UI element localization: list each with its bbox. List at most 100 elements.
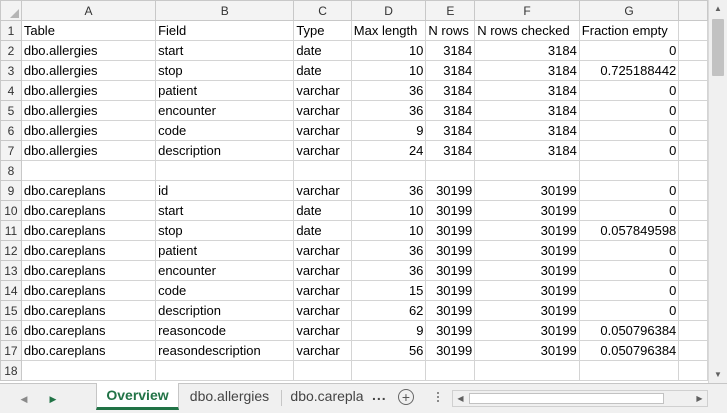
cell-e[interactable]: N rows [425, 20, 476, 41]
cell-h[interactable] [678, 260, 708, 281]
cell-a[interactable]: dbo.careplans [20, 200, 157, 221]
cell-b[interactable]: reasondescription [155, 340, 295, 361]
cell-a[interactable] [20, 360, 157, 381]
cell-f[interactable]: 3184 [474, 80, 580, 101]
cell-e[interactable]: 30199 [425, 340, 476, 361]
row-header[interactable]: 5 [0, 100, 22, 121]
cell-b[interactable]: code [155, 120, 295, 141]
cell-a[interactable]: dbo.allergies [20, 60, 157, 81]
cell-d[interactable]: 10 [350, 40, 427, 61]
cell-e[interactable]: 3184 [425, 40, 476, 61]
cell-a[interactable]: dbo.allergies [20, 80, 157, 101]
cell-e[interactable] [425, 160, 476, 181]
cell-a[interactable]: dbo.careplans [20, 300, 157, 321]
cell-e[interactable]: 3184 [425, 140, 476, 161]
cell-b[interactable]: start [155, 40, 295, 61]
cell-h[interactable] [678, 240, 708, 261]
cell-h[interactable] [678, 160, 708, 181]
cell-c[interactable]: varchar [293, 280, 352, 301]
cell-f[interactable]: 30199 [474, 200, 580, 221]
cell-g[interactable]: 0 [578, 140, 680, 161]
cell-d[interactable]: 36 [350, 240, 427, 261]
cell-e[interactable]: 30199 [425, 300, 476, 321]
cell-d[interactable]: 10 [350, 200, 427, 221]
cell-h[interactable] [678, 100, 708, 121]
cell-e[interactable]: 30199 [425, 280, 476, 301]
cell-b[interactable] [155, 360, 295, 381]
vertical-scroll-thumb[interactable] [712, 19, 724, 76]
cell-c[interactable]: varchar [293, 140, 352, 161]
cell-g[interactable]: 0 [578, 280, 680, 301]
tab-resize-handle[interactable] [436, 390, 440, 406]
cell-c[interactable]: varchar [293, 100, 352, 121]
cell-b[interactable]: description [155, 300, 295, 321]
cell-g[interactable]: 0 [578, 240, 680, 261]
cell-c[interactable]: varchar [293, 260, 352, 281]
cell-g[interactable]: 0 [578, 120, 680, 141]
triangle-left-icon[interactable]: ◀ [16, 391, 32, 407]
row-header[interactable]: 14 [0, 280, 22, 301]
cell-d[interactable]: 62 [350, 300, 427, 321]
cell-a[interactable]: dbo.careplans [20, 240, 157, 261]
cell-d[interactable]: 10 [350, 220, 427, 241]
cell-g[interactable]: 0 [578, 40, 680, 61]
row-header[interactable]: 15 [0, 300, 22, 321]
cell-a[interactable]: dbo.careplans [20, 340, 157, 361]
cell-f[interactable] [474, 360, 580, 381]
cell-a[interactable] [20, 160, 157, 181]
triangle-right-icon[interactable]: ▶ [45, 391, 61, 407]
horizontal-scrollbar[interactable]: ◀ ▶ [452, 390, 708, 407]
cell-d[interactable]: 24 [350, 140, 427, 161]
row-header[interactable]: 18 [0, 360, 22, 381]
spreadsheet-grid[interactable]: A B C D E F G 1 Table Field Type Max length N… [0, 0, 708, 383]
cell-d[interactable] [350, 360, 427, 381]
cell-c[interactable]: varchar [293, 240, 352, 261]
cell-f[interactable]: 3184 [474, 40, 580, 61]
cell-a[interactable]: dbo.allergies [20, 40, 157, 61]
cell-g[interactable]: 0.050796384 [578, 340, 680, 361]
tab-dbo-careplans[interactable]: dbo.carepla [283, 384, 371, 408]
cell-f[interactable]: 3184 [474, 120, 580, 141]
cell-d[interactable] [350, 160, 427, 181]
cell-d[interactable]: 15 [350, 280, 427, 301]
cell-f[interactable]: 30199 [474, 340, 580, 361]
arrow-up-icon[interactable]: ▲ [709, 0, 727, 17]
cell-h[interactable] [678, 320, 708, 341]
column-header-c[interactable]: C [293, 0, 352, 21]
plus-circle-icon[interactable]: + [398, 389, 414, 405]
cell-h[interactable] [678, 180, 708, 201]
cell-e[interactable]: 3184 [425, 100, 476, 121]
cell-b[interactable]: reasoncode [155, 320, 295, 341]
cell-a[interactable]: dbo.allergies [20, 120, 157, 141]
row-header[interactable]: 3 [0, 60, 22, 81]
horizontal-scroll-thumb[interactable] [469, 393, 664, 404]
cell-d[interactable]: 36 [350, 260, 427, 281]
cell-a[interactable]: dbo.allergies [20, 140, 157, 161]
row-header[interactable]: 10 [0, 200, 22, 221]
column-header-g[interactable]: G [578, 0, 680, 21]
vertical-scrollbar[interactable]: ▲ ▼ [708, 0, 727, 383]
cell-g[interactable]: 0.057849598 [578, 220, 680, 241]
column-header-a[interactable]: A [20, 0, 157, 21]
cell-b[interactable]: description [155, 140, 295, 161]
cell-h[interactable] [678, 300, 708, 321]
cell-b[interactable]: encounter [155, 100, 295, 121]
cell-f[interactable]: 3184 [474, 100, 580, 121]
cell-b[interactable]: code [155, 280, 295, 301]
cell-c[interactable]: date [293, 60, 352, 81]
arrow-left-icon[interactable]: ◀ [453, 391, 468, 406]
row-header[interactable]: 11 [0, 220, 22, 241]
cell-f[interactable]: 30199 [474, 320, 580, 341]
cell-f[interactable]: 30199 [474, 260, 580, 281]
cell-b[interactable]: patient [155, 240, 295, 261]
cell-f[interactable]: 30199 [474, 180, 580, 201]
row-header[interactable]: 12 [0, 240, 22, 261]
cell-h[interactable] [678, 280, 708, 301]
cell-h[interactable] [678, 360, 708, 381]
cell-c[interactable]: date [293, 40, 352, 61]
cell-h[interactable] [678, 60, 708, 81]
cell-e[interactable]: 30199 [425, 260, 476, 281]
cell-d[interactable]: 36 [350, 100, 427, 121]
tab-overview[interactable]: Overview [96, 383, 179, 410]
row-header[interactable]: 7 [0, 140, 22, 161]
